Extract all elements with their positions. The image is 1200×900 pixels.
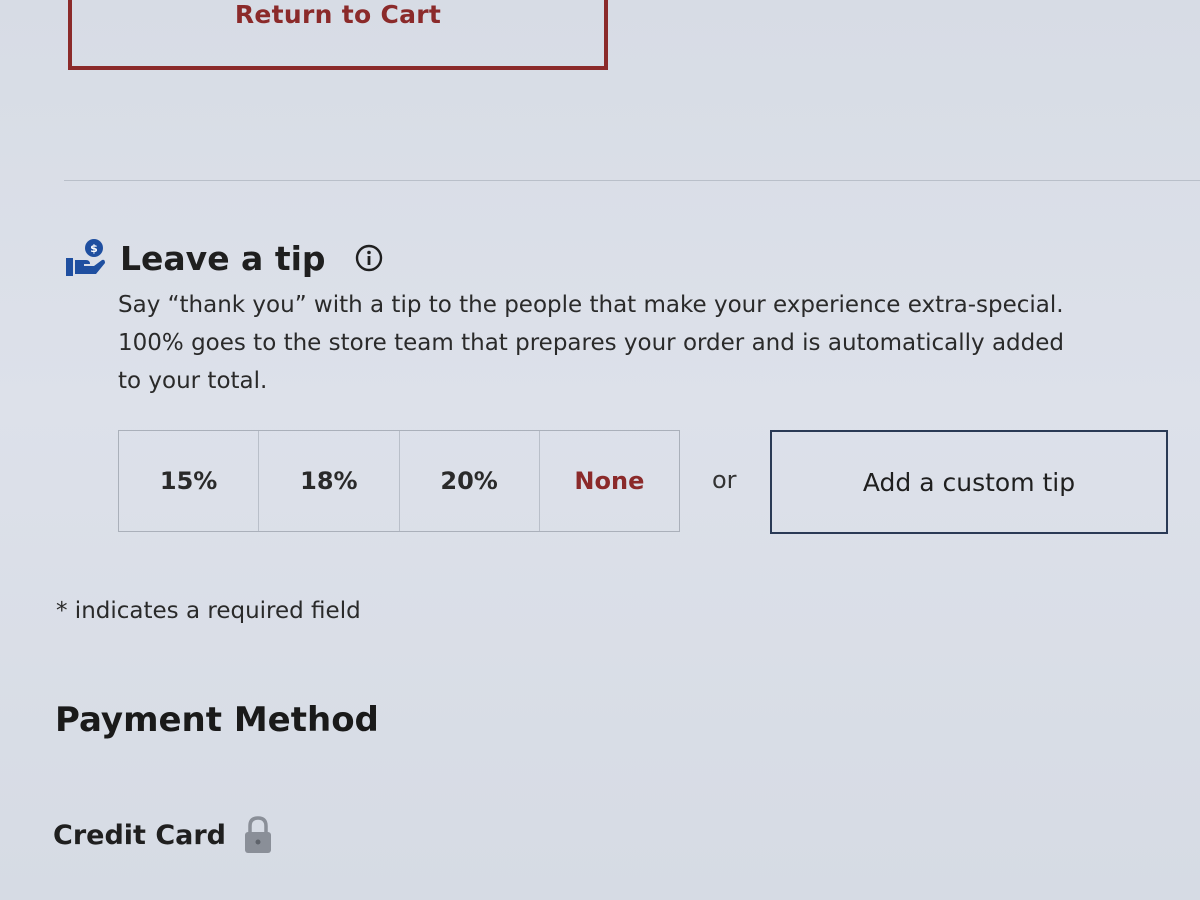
tip-header: $ Leave a tip [64,236,384,280]
return-to-cart-button[interactable]: Return to Cart [68,0,608,70]
svg-text:$: $ [90,242,98,255]
section-divider [64,180,1200,181]
tip-description: Say “thank you” with a tip to the people… [118,286,1200,400]
info-icon[interactable] [354,243,384,273]
required-field-note: * indicates a required field [56,598,361,624]
lock-icon [245,816,272,853]
credit-card-label: Credit Card [53,819,227,851]
tip-option-15[interactable]: 15% [119,431,260,531]
tip-title: Leave a tip [120,238,326,278]
tip-option-20[interactable]: 20% [400,431,540,531]
tip-description-line: to your total. [118,368,268,394]
tip-option-18[interactable]: 18% [259,431,400,531]
credit-card-option[interactable]: Credit Card [53,815,274,855]
checkout-page: Return to Cart $ Leave a tip Say “thank … [0,0,1200,900]
add-custom-tip-button[interactable]: Add a custom tip [770,430,1168,534]
payment-method-title: Payment Method [55,700,379,740]
or-separator: or [712,466,737,494]
hand-coin-icon: $ [66,239,105,276]
return-to-cart-label: Return to Cart [234,0,442,29]
tip-description-line: 100% goes to the store team that prepare… [118,330,1064,356]
tip-options-group: 15% 18% 20% None [118,430,680,532]
tip-option-none[interactable]: None [540,431,679,531]
tip-description-line: Say “thank you” with a tip to the people… [118,292,1064,318]
